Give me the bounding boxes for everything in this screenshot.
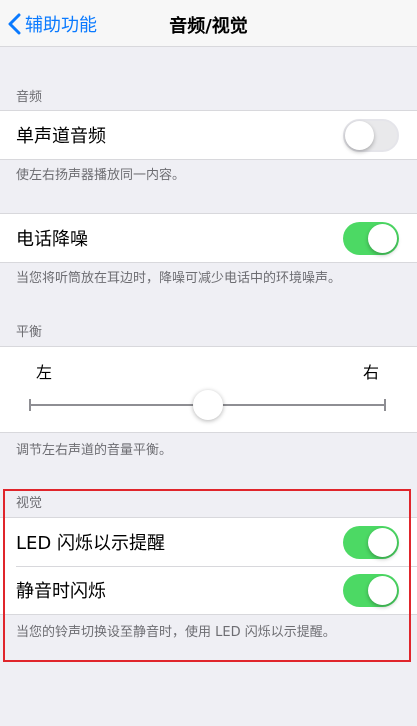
section-header-visual: 视觉 xyxy=(16,496,43,511)
toggle-knob xyxy=(368,223,397,253)
silent-flash-row: 静音时闪烁 xyxy=(0,566,417,614)
navigation-bar: 辅助功能 音频/视觉 xyxy=(0,0,417,47)
led-flash-row: LED 闪烁以示提醒 xyxy=(0,518,417,566)
balance-left-label: 左 xyxy=(36,363,53,382)
noise-cancel-group: 电话降噪 xyxy=(0,213,417,263)
toggle-knob xyxy=(368,527,397,557)
noise-cancel-toggle[interactable] xyxy=(343,221,399,255)
visual-note: 当您的铃声切换设至静音时，使用 LED 闪烁以示提醒。 xyxy=(16,625,336,640)
balance-note: 调节左右声道的音量平衡。 xyxy=(16,443,173,458)
noise-cancel-label: 电话降噪 xyxy=(16,229,88,250)
slider-left-tick xyxy=(29,399,31,411)
led-flash-toggle[interactable] xyxy=(343,525,399,559)
toggle-knob xyxy=(345,120,374,150)
noise-cancel-row: 电话降噪 xyxy=(0,214,417,262)
slider-right-tick xyxy=(384,399,386,411)
noise-cancel-note: 当您将听筒放在耳边时，降噪可减少电话中的环境噪声。 xyxy=(16,271,342,286)
visual-group: LED 闪烁以示提醒 静音时闪烁 xyxy=(0,517,417,615)
page-title: 音频/视觉 xyxy=(169,16,248,37)
mono-audio-row: 单声道音频 xyxy=(0,111,417,159)
toggle-knob xyxy=(368,575,397,605)
silent-flash-label: 静音时闪烁 xyxy=(16,581,106,602)
balance-group: 左 右 xyxy=(0,346,417,433)
balance-slider-thumb[interactable] xyxy=(193,390,223,420)
mono-audio-toggle[interactable] xyxy=(343,118,399,152)
mono-audio-group: 单声道音频 xyxy=(0,110,417,160)
section-header-audio: 音频 xyxy=(16,90,43,105)
mono-audio-note: 使左右扬声器播放同一内容。 xyxy=(16,168,186,183)
led-flash-label: LED 闪烁以示提醒 xyxy=(16,533,165,554)
section-header-balance: 平衡 xyxy=(16,325,43,340)
silent-flash-toggle[interactable] xyxy=(343,573,399,607)
mono-audio-label: 单声道音频 xyxy=(16,126,106,147)
balance-right-label: 右 xyxy=(362,363,379,382)
